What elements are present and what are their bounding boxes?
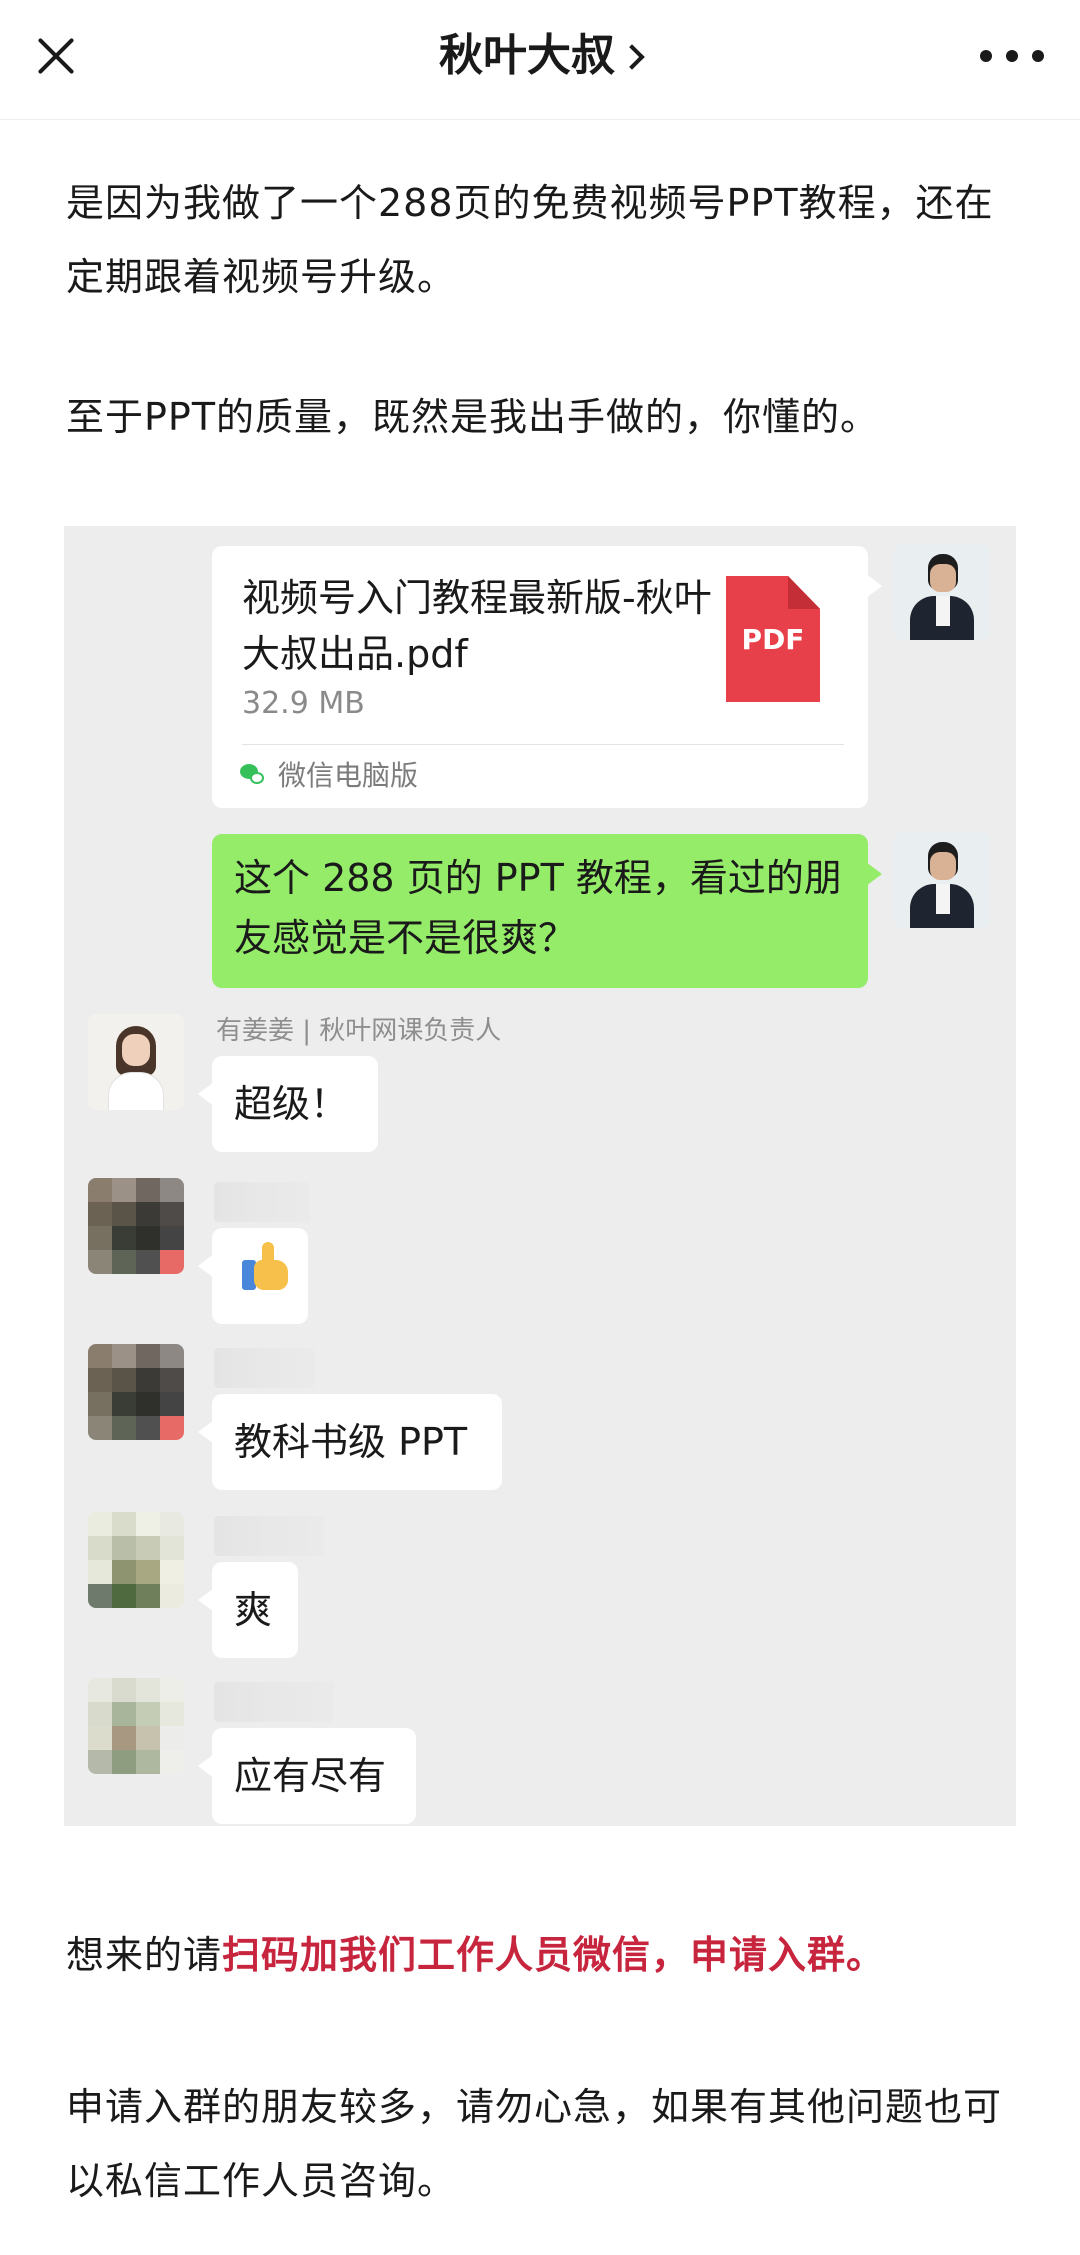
- account-name: 秋叶大叔: [439, 30, 615, 81]
- pdf-label: PDF: [741, 623, 805, 656]
- file-message-bubble: 视频号入门教程最新版-秋叶大叔出品.pdf 32.9 MB PDF 微信电脑版: [212, 546, 882, 808]
- my-message-bubble: 这个 288 页的 PPT 教程，看过的朋友感觉是不是很爽？: [212, 834, 882, 988]
- more-options-icon[interactable]: [980, 46, 1044, 66]
- reply-3-nickname-blurred: [214, 1348, 314, 1388]
- avatar-reply-1: [88, 1014, 184, 1110]
- chevron-right-icon: [619, 44, 645, 70]
- avatar-sender: [894, 544, 990, 640]
- reply-5-text: 应有尽有: [234, 1754, 387, 1798]
- reply-3-bubble: 教科书级 PPT: [198, 1394, 502, 1490]
- reply-3-text: 教科书级 PPT: [234, 1420, 468, 1464]
- article-paragraph-3: 想来的请扫码加我们工作人员微信，申请入群。: [66, 1918, 1016, 1992]
- thumbs-up-icon: [240, 1238, 292, 1294]
- reply-4-bubble: 爽: [198, 1562, 298, 1658]
- paragraph-3-prefix: 想来的请: [66, 1933, 223, 1977]
- account-title-link[interactable]: 秋叶大叔: [0, 28, 1080, 84]
- avatar-reply-2-blurred: [88, 1178, 184, 1274]
- file-size: 32.9 MB: [242, 686, 365, 721]
- reply-1-nickname: 有姜姜 | 秋叶网课负责人: [216, 1016, 502, 1046]
- avatar-reply-4-blurred: [88, 1512, 184, 1608]
- article-paragraph-2: 至于PPT的质量，既然是我出手做的，你懂的。: [66, 395, 880, 439]
- reply-5-bubble: 应有尽有: [198, 1728, 416, 1824]
- file-name: 视频号入门教程最新版-秋叶大叔出品.pdf: [242, 576, 712, 676]
- reply-4-text: 爽: [234, 1588, 273, 1632]
- reply-2-bubble: [198, 1228, 308, 1324]
- wechat-icon: [240, 764, 266, 786]
- reply-5-nickname-blurred: [214, 1682, 334, 1722]
- file-source: 微信电脑版: [278, 759, 419, 792]
- reply-1-text: 超级！: [234, 1082, 349, 1126]
- avatar-reply-5-blurred: [88, 1678, 184, 1774]
- article-paragraph-1: 是因为我做了一个288页的免费视频号PPT教程，还在定期跟着视频号升级。: [66, 181, 994, 299]
- reply-4-nickname-blurred: [214, 1516, 324, 1556]
- top-bar: 秋叶大叔: [0, 0, 1080, 120]
- my-message-text: 这个 288 页的 PPT 教程，看过的朋友感觉是不是很爽？: [234, 856, 842, 960]
- avatar-reply-3-blurred: [88, 1344, 184, 1440]
- avatar-sender: [894, 832, 990, 928]
- file-divider: [242, 744, 844, 745]
- reply-2-nickname-blurred: [214, 1182, 310, 1222]
- reply-1-bubble: 超级！: [198, 1056, 378, 1152]
- paragraph-3-highlight: 扫码加我们工作人员微信，申请入群。: [222, 1933, 886, 1977]
- article-paragraph-4: 申请入群的朋友较多，请勿心急，如果有其他问题也可以私信工作人员咨询。: [66, 2085, 1003, 2203]
- chat-screenshot: 视频号入门教程最新版-秋叶大叔出品.pdf 32.9 MB PDF 微信电脑版 …: [64, 526, 1016, 1826]
